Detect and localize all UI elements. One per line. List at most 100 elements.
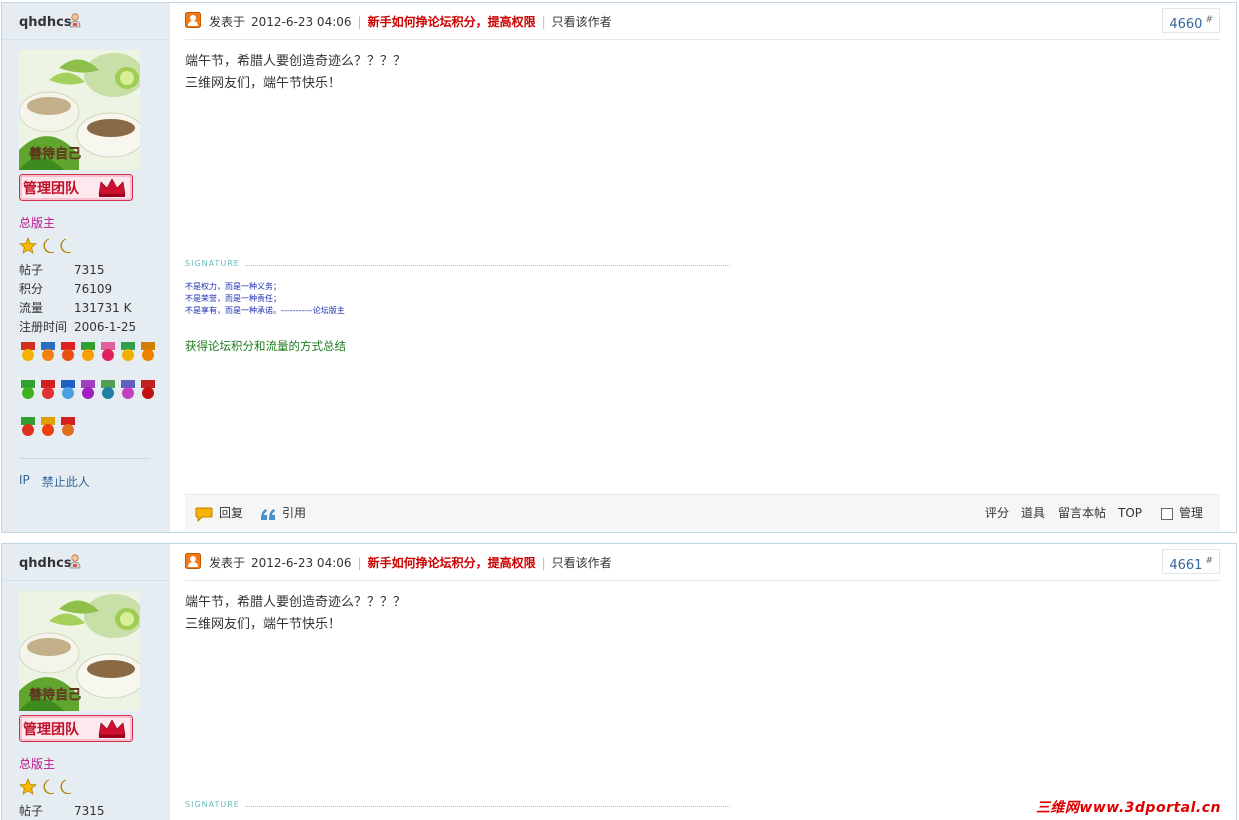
posted-label: 发表于 bbox=[209, 556, 246, 570]
author-sidebar: qhdhcs 善待自己 管理团队 bbox=[2, 544, 170, 820]
team-badge-label: 管理团队 bbox=[23, 721, 80, 738]
posted-label: 发表于 bbox=[209, 15, 246, 29]
sidebar-links: IP 禁止此人 bbox=[19, 473, 90, 490]
signature-dots bbox=[245, 265, 730, 266]
user-online-icon bbox=[69, 13, 81, 28]
signature-divider: SIGNATURE bbox=[185, 800, 730, 812]
rate-button[interactable]: 评分 bbox=[985, 495, 1009, 532]
quote-label: 引用 bbox=[282, 506, 307, 520]
rank-stars-icon bbox=[19, 778, 72, 795]
author-bar: qhdhcs bbox=[2, 544, 170, 581]
stat-value: 2006-1-25 bbox=[74, 320, 137, 334]
post-date: 2012-6-23 04:06 bbox=[251, 14, 352, 29]
avatar-caption: 善待自己 bbox=[29, 146, 81, 162]
signature-line: 不是权力，而是一种义务； bbox=[185, 282, 281, 291]
post-line: 端午节，希腊人要创造奇迹么？？？？ bbox=[185, 595, 407, 610]
props-button[interactable]: 道具 bbox=[1021, 495, 1045, 532]
floor-value: 4661 bbox=[1169, 558, 1203, 573]
author-sidebar: qhdhcs 善待自己 管理团队 bbox=[2, 3, 170, 532]
stat-value: 76109 bbox=[74, 282, 113, 296]
stat-value: 7315 bbox=[74, 804, 105, 818]
signature-label: SIGNATURE bbox=[185, 259, 244, 268]
avatar[interactable]: 善待自己 bbox=[19, 591, 140, 711]
author-avatar-icon bbox=[185, 12, 201, 28]
signature-divider: SIGNATURE bbox=[185, 259, 730, 271]
floor-mark: # bbox=[1205, 15, 1213, 25]
reply-button[interactable]: 回复 bbox=[195, 495, 243, 532]
floor-value: 4660 bbox=[1169, 17, 1203, 32]
medals-icon bbox=[21, 342, 155, 436]
post-actions: 回复 引用 评分 道具 留言本帖 TOP 管理 bbox=[185, 494, 1220, 531]
keep-post-button[interactable]: 留言本帖 bbox=[1058, 495, 1106, 532]
only-author-link[interactable]: 只看该作者 bbox=[552, 554, 612, 571]
group-title: 总版主 bbox=[19, 757, 56, 771]
post-date: 2012-6-23 04:06 bbox=[251, 555, 352, 570]
medal-row-1 bbox=[21, 342, 155, 361]
stat-label: 帖子 bbox=[19, 804, 44, 818]
stat-label: 帖子 bbox=[19, 263, 44, 277]
rank-stars-icon bbox=[19, 237, 72, 254]
author-stats: 帖子 7315 bbox=[19, 802, 105, 820]
quote-button[interactable]: 引用 bbox=[260, 495, 306, 532]
signature-line: 不是荣誉，而是一种责任； bbox=[185, 294, 281, 303]
post-meta-text: 发表于 2012-6-23 04:06 | 新手如何挣论坛积分，提高权限 | 只… bbox=[209, 13, 612, 30]
post-content: 发表于 2012-6-23 04:06 | 新手如何挣论坛积分，提高权限 | 只… bbox=[185, 544, 1220, 820]
forum-post: qhdhcs 善待自己 管理团队 bbox=[1, 543, 1237, 820]
author-name[interactable]: qhdhcs bbox=[19, 556, 72, 571]
stat-value: 7315 bbox=[74, 263, 105, 277]
author-avatar-icon bbox=[185, 553, 201, 569]
howto-points-link[interactable]: 获得论坛积分和流量的方式总结 bbox=[185, 338, 346, 354]
medal-row-3 bbox=[21, 417, 75, 436]
top-link[interactable]: TOP bbox=[1118, 495, 1142, 532]
user-online-icon bbox=[69, 554, 81, 569]
stat-posts: 帖子 7315 bbox=[19, 802, 105, 820]
team-badge-label: 管理团队 bbox=[23, 180, 80, 197]
stat-points: 积分 76109 bbox=[19, 280, 136, 299]
signature-text: 不是权力，而是一种义务； 不是荣誉，而是一种责任； 不是享有，而是一种承诺。--… bbox=[185, 281, 345, 317]
avatar[interactable]: 善待自己 bbox=[19, 50, 140, 170]
floor-number[interactable]: 4661 # bbox=[1162, 549, 1220, 574]
post-meta: 发表于 2012-6-23 04:06 | 新手如何挣论坛积分，提高权限 | 只… bbox=[185, 3, 1220, 40]
post-body: 端午节，希腊人要创造奇迹么？？？？ 三维网友们，端午节快乐！ bbox=[185, 592, 406, 636]
stat-register-date: 注册时间 2006-1-25 bbox=[19, 318, 136, 337]
signature-dots bbox=[245, 806, 730, 807]
author-bar: qhdhcs bbox=[2, 3, 170, 40]
author-name[interactable]: qhdhcs bbox=[19, 15, 72, 30]
reply-label: 回复 bbox=[219, 506, 244, 520]
stat-posts: 帖子 7315 bbox=[19, 261, 136, 280]
team-badge: 管理团队 bbox=[19, 174, 133, 201]
ip-link[interactable]: IP bbox=[19, 473, 30, 490]
signature-label: SIGNATURE bbox=[185, 800, 244, 809]
manage-label: 管理 bbox=[1179, 506, 1204, 520]
group-title: 总版主 bbox=[19, 216, 56, 230]
only-author-link[interactable]: 只看该作者 bbox=[552, 13, 612, 30]
thread-link[interactable]: 新手如何挣论坛积分，提高权限 bbox=[368, 554, 536, 571]
post-meta-text: 发表于 2012-6-23 04:06 | 新手如何挣论坛积分，提高权限 | 只… bbox=[209, 554, 612, 571]
post-line: 三维网友们，端午节快乐！ bbox=[185, 617, 342, 632]
stat-traffic: 流量 131731 K bbox=[19, 299, 136, 318]
checkbox-icon[interactable] bbox=[1161, 507, 1173, 520]
meta-separator: | bbox=[541, 14, 546, 29]
post-meta: 发表于 2012-6-23 04:06 | 新手如何挣论坛积分，提高权限 | 只… bbox=[185, 544, 1220, 581]
team-badge: 管理团队 bbox=[19, 715, 133, 742]
stat-label: 流量 bbox=[19, 301, 44, 315]
stat-value: 131731 K bbox=[74, 301, 132, 315]
manage-checkbox[interactable]: 管理 bbox=[1161, 495, 1203, 532]
sidebar-divider bbox=[19, 458, 150, 459]
medal-row-2 bbox=[21, 380, 155, 399]
stat-label: 注册时间 bbox=[19, 320, 68, 334]
post-line: 三维网友们，端午节快乐！ bbox=[185, 76, 342, 91]
post-line: 端午节，希腊人要创造奇迹么？？？？ bbox=[185, 54, 407, 69]
floor-number[interactable]: 4660 # bbox=[1162, 8, 1220, 33]
meta-separator: | bbox=[357, 14, 362, 29]
post-body: 端午节，希腊人要创造奇迹么？？？？ 三维网友们，端午节快乐！ bbox=[185, 51, 406, 95]
thread-link[interactable]: 新手如何挣论坛积分，提高权限 bbox=[368, 13, 536, 30]
meta-separator: | bbox=[541, 555, 546, 570]
meta-separator: | bbox=[357, 555, 362, 570]
author-stats: 帖子 7315 积分 76109 流量 131731 K 注册时间 2006-1… bbox=[19, 261, 136, 337]
ban-user-link[interactable]: 禁止此人 bbox=[42, 473, 90, 490]
floor-mark: # bbox=[1205, 556, 1213, 566]
avatar-caption: 善待自己 bbox=[29, 687, 81, 703]
reply-icon bbox=[195, 507, 213, 522]
post-content: 发表于 2012-6-23 04:06 | 新手如何挣论坛积分，提高权限 | 只… bbox=[185, 3, 1220, 532]
